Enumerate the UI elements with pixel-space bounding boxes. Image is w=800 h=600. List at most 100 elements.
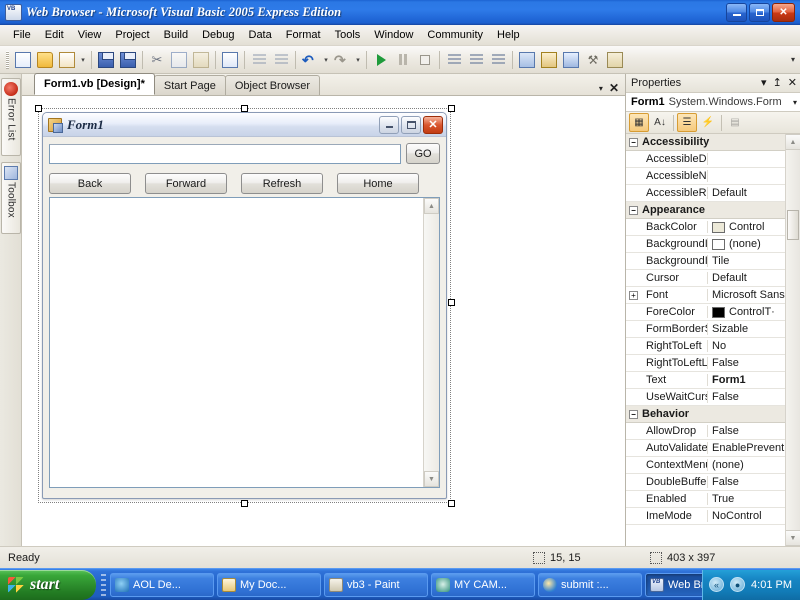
open-file-icon[interactable] [34,49,56,71]
menu-item-help[interactable]: Help [490,27,527,43]
taskbar-item-my-cam[interactable]: MY CAM... [431,572,535,597]
property-row-text[interactable]: Text Form1 [626,372,785,389]
property-row-backgroundimage[interactable]: BackgroundIr (none) [626,236,785,253]
scroll-down-icon[interactable]: ▼ [786,530,800,546]
save-all-icon[interactable] [117,49,139,71]
go-button[interactable]: GO [406,143,440,164]
property-row-contextmenustrip[interactable]: ContextMenu (none) [626,457,785,474]
step-over-icon[interactable] [465,49,487,71]
property-value[interactable]: ControlT· [708,306,785,318]
categorized-view-button[interactable]: ▦ [629,113,649,132]
taskbar-item-aol[interactable]: AOL De... [110,572,214,597]
property-row-accessiblename[interactable]: AccessibleNa [626,168,785,185]
resize-handle-top-center[interactable] [241,105,248,112]
menu-item-data[interactable]: Data [242,27,279,43]
tab-form1-design[interactable]: Form1.vb [Design]* [34,73,155,95]
properties-scrollbar[interactable]: ▲ ▼ [785,134,800,546]
property-row-righttoleftlayout[interactable]: RightToLeftLä False [626,355,785,372]
collapse-icon[interactable]: − [629,409,638,419]
taskbar-item-paint[interactable]: vb3 - Paint [324,572,428,597]
forward-button[interactable]: Forward [145,173,227,194]
step-out-icon[interactable] [487,49,509,71]
uncomment-icon[interactable] [270,49,292,71]
property-row-allowdrop[interactable]: AllowDrop False [626,423,785,440]
property-category-appearance[interactable]: − Appearance [626,202,785,219]
comment-icon[interactable] [248,49,270,71]
menu-item-project[interactable]: Project [108,27,156,43]
events-button[interactable]: ⚡ [698,113,718,132]
menu-item-community[interactable]: Community [420,27,490,43]
property-row-cursor[interactable]: Cursor Default [626,270,785,287]
stop-icon[interactable] [414,49,436,71]
start-button[interactable]: start [0,569,96,600]
cut-icon[interactable]: ✂ [146,49,168,71]
taskbar-item-submit[interactable]: submit :... [538,572,642,597]
close-icon[interactable]: ✕ [788,77,797,89]
resize-handle-top-right[interactable] [448,105,455,112]
property-category-accessibility[interactable]: − Accessibility [626,134,785,151]
scrollbar-thumb[interactable] [787,210,799,240]
property-value[interactable]: (none) [708,238,785,250]
menu-item-format[interactable]: Format [279,27,328,43]
menu-item-tools[interactable]: Tools [328,27,368,43]
toolbox-icon[interactable]: ⚒ [582,49,604,71]
form1-preview[interactable]: Form1 ✕ GO Back Forward Refresh Home ▲ ▼ [42,112,447,499]
new-project-icon[interactable] [12,49,34,71]
property-value[interactable]: Control [708,221,785,233]
add-item-dropdown-icon[interactable]: ▾ [78,49,88,71]
property-pages-button[interactable]: ▤ [725,113,745,132]
chevron-down-icon[interactable]: ▾ [761,77,767,89]
close-document-icon[interactable]: ✕ [609,82,619,94]
show-hidden-icons-button[interactable]: « [709,577,725,592]
property-value[interactable]: True [708,493,785,505]
taskbar-item-my-documents[interactable]: My Doc... [217,572,321,597]
web-browser-control[interactable]: ▲ ▼ [49,197,440,488]
refresh-button[interactable]: Refresh [241,173,323,194]
web-browser-scrollbar[interactable]: ▲ ▼ [423,198,439,487]
toolbar-grip[interactable] [6,50,9,69]
property-value[interactable]: False [708,357,785,369]
properties-button[interactable]: ☰ [677,113,697,132]
property-value[interactable]: False [708,391,785,403]
resize-handle-bottom-center[interactable] [241,500,248,507]
property-value[interactable]: Sizable [708,323,785,335]
object-browser-icon[interactable] [560,49,582,71]
property-row-accessiblerole[interactable]: AccessibleRol Default [626,185,785,202]
property-value[interactable]: (none) [708,459,785,471]
property-value[interactable]: Default [708,272,785,284]
menu-item-window[interactable]: Window [367,27,420,43]
pause-icon[interactable] [392,49,414,71]
find-icon[interactable] [219,49,241,71]
property-value[interactable]: Microsoft Sans [708,289,785,301]
pin-icon[interactable]: ↥ [773,77,782,89]
error-list-icon[interactable] [604,49,626,71]
copy-icon[interactable] [168,49,190,71]
properties-grid[interactable]: − Accessibility AccessibleDe: Accessible… [626,134,800,546]
collapse-icon[interactable]: − [629,205,638,215]
tab-start-page[interactable]: Start Page [153,75,226,95]
chevron-down-icon[interactable]: ▾ [793,98,797,107]
paste-icon[interactable] [190,49,212,71]
step-into-icon[interactable] [443,49,465,71]
property-value[interactable]: Default [708,187,785,199]
property-value[interactable]: EnablePrevent [708,442,785,454]
property-value[interactable]: NoControl [708,510,785,522]
sidebar-item-error-list[interactable]: Error List [1,78,21,156]
undo-icon[interactable]: ↶ [299,49,321,71]
property-row-usewaitcursor[interactable]: UseWaitCurs· False [626,389,785,406]
collapse-icon[interactable]: − [629,137,638,147]
form-minimize-button[interactable] [379,115,399,134]
property-row-enabled[interactable]: Enabled True [626,491,785,508]
sidebar-item-toolbox[interactable]: Toolbox [1,162,21,234]
property-value[interactable]: Form1 [708,374,785,386]
scroll-up-icon[interactable]: ▲ [786,134,800,150]
property-value[interactable]: Tile [708,255,785,267]
volume-icon[interactable]: ● [730,577,746,592]
property-row-backgroundimagelayout[interactable]: BackgroundIr Tile [626,253,785,270]
form-close-button[interactable]: ✕ [423,115,443,134]
property-row-imemode[interactable]: ImeMode NoControl [626,508,785,525]
toolbar-overflow-button[interactable]: ▾ [786,48,800,72]
back-button[interactable]: Back [49,173,131,194]
redo-dropdown-icon[interactable]: ▾ [353,49,363,71]
resize-handle-middle-right[interactable] [448,299,455,306]
